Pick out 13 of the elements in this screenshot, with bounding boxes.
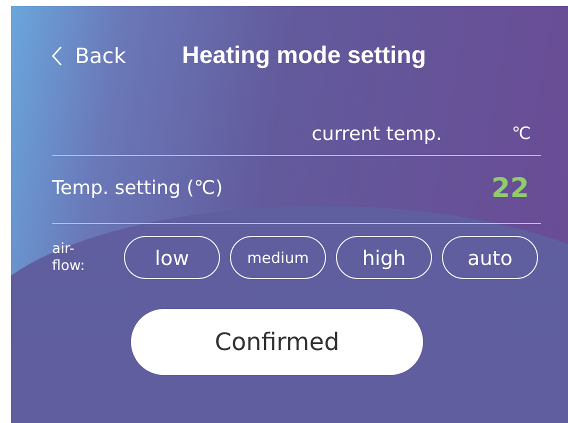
airflow-option-button[interactable]: medium xyxy=(230,236,326,279)
temp-setting-label: Temp. setting (℃) xyxy=(52,177,223,199)
current-temp-label: current temp. xyxy=(312,123,442,145)
chevron-left-icon xyxy=(51,45,63,67)
airflow-option-button[interactable]: low xyxy=(124,236,220,279)
airflow-option-button[interactable]: high xyxy=(336,236,432,279)
airflow-label: air-flow: xyxy=(52,240,86,274)
confirm-button[interactable]: Confirmed xyxy=(131,309,423,375)
back-link[interactable]: Back xyxy=(51,44,126,68)
temp-setting-value: 22 xyxy=(491,172,529,204)
screen-title: Heating mode setting xyxy=(182,42,426,70)
airflow-option-button[interactable]: auto xyxy=(442,236,538,279)
current-temp-unit: ℃ xyxy=(512,124,531,144)
